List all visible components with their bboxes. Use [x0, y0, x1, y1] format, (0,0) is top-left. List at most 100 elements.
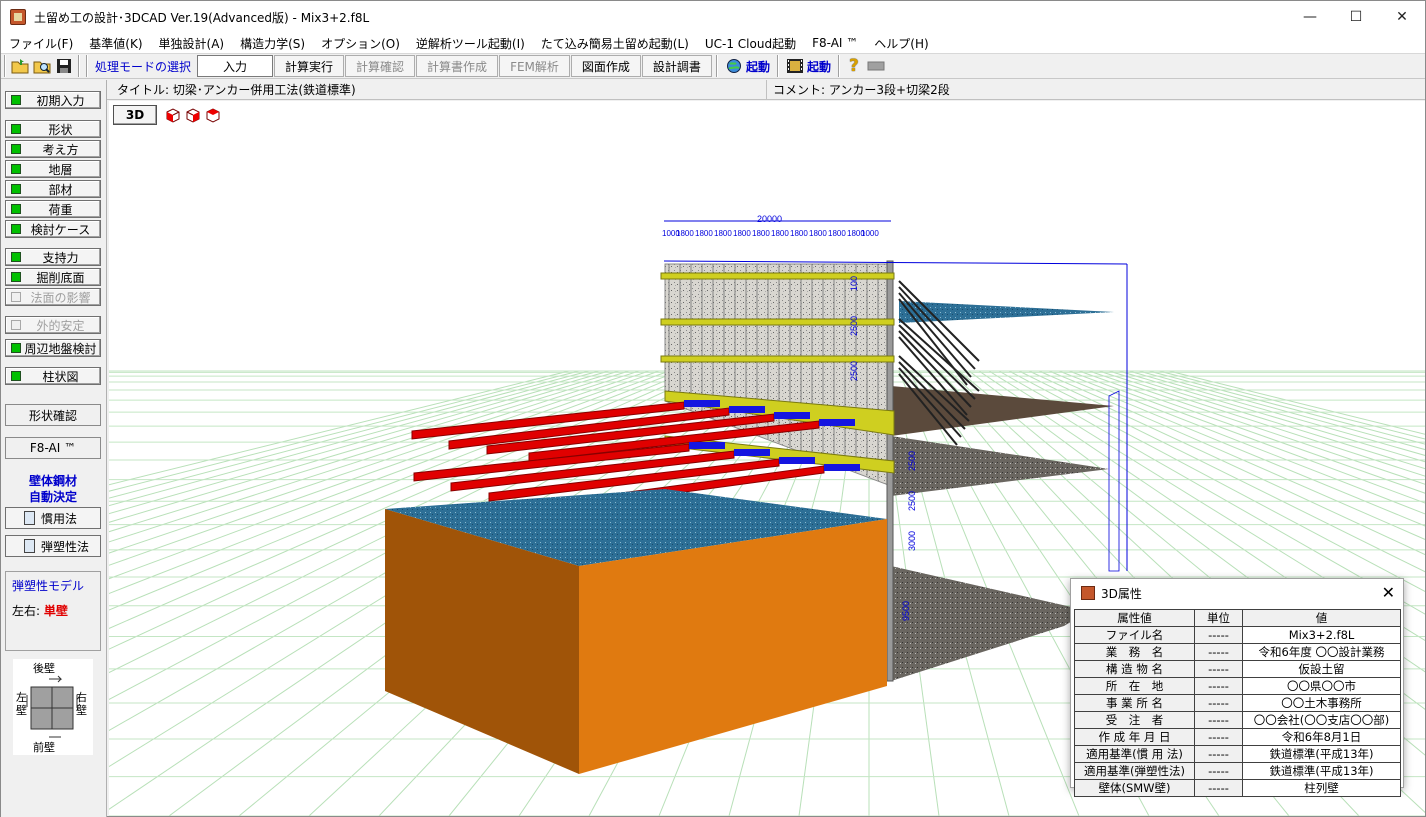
shape-check-button[interactable]: 形状確認 — [5, 404, 101, 426]
attribute-window-titlebar: 3D属性 — [1071, 579, 1403, 607]
cell-v: Mix3+2.f8L — [1242, 626, 1401, 644]
sidebar-item-0[interactable]: 初期入力 — [5, 91, 101, 109]
cell-u: ----- — [1194, 626, 1243, 644]
cell-u: ----- — [1194, 728, 1243, 746]
sidebar-item-4[interactable]: 部材 — [5, 180, 101, 198]
conventional-method-button[interactable]: 慣用法 — [5, 507, 101, 529]
sidebar-item-11[interactable]: 周辺地盤検討 — [5, 339, 101, 357]
help-icon[interactable]: ? — [843, 55, 865, 77]
cube-view-top-icon[interactable] — [205, 107, 221, 123]
toolbar-separator — [86, 55, 88, 77]
dim-depth: 9500 — [901, 601, 911, 621]
maximize-button[interactable]: ☐ — [1333, 1, 1379, 33]
sidebar-item-label: 考え方 — [42, 142, 79, 157]
model-left-right: 左右: 単壁 — [12, 604, 68, 618]
window-title: 土留め工の設計･3DCAD Ver.19(Advanced版) - Mix3+2… — [34, 10, 370, 25]
mode-button-3[interactable]: 計算書作成 — [416, 55, 499, 77]
wale-0 — [660, 272, 895, 280]
header-value: 値 — [1242, 609, 1401, 627]
attribute-window-icon — [1081, 586, 1095, 600]
menu-item-2[interactable]: 単独設計(A) — [151, 35, 233, 52]
app-icon[interactable] — [10, 9, 26, 25]
menu-item-7[interactable]: UC-1 Cloud起動 — [697, 35, 804, 52]
cell-v: 令和6年度 〇〇設計業務 — [1242, 643, 1401, 661]
cell-u: ----- — [1194, 711, 1243, 729]
elastoplastic-method-button[interactable]: 弾塑性法 — [5, 535, 101, 557]
strut-end-plate — [689, 442, 725, 449]
design-title: タイトル: 切梁･アンカー併用工法(鉄道標準) — [107, 79, 767, 100]
attribute-table: 属性値 単位 値 ファイル名 ----- Mix3+2.f8L 業 務 名 ----- 令… — [1074, 609, 1401, 797]
mode-button-5[interactable]: 図面作成 — [570, 55, 641, 77]
dim-a-2: 2500 — [849, 361, 859, 381]
preview-icon[interactable] — [31, 55, 53, 77]
table-row: 業 務 名 ----- 令和6年度 〇〇設計業務 — [1074, 643, 1401, 661]
mode-button-0[interactable]: 入力 — [197, 55, 274, 77]
menu-item-3[interactable]: 構造力学(S) — [232, 35, 313, 52]
sidebar-item-7[interactable]: 支持力 — [5, 248, 101, 266]
sidebar-item-8[interactable]: 掘削底面 — [5, 268, 101, 286]
f8ai-button[interactable]: F8-AI ™ — [5, 437, 101, 459]
status-led-icon — [11, 164, 21, 174]
close-button[interactable]: ✕ — [1379, 1, 1425, 33]
mode-buttons: 入力 計算実行 計算確認 計算書作成 FEM解析 図面作成 設計調書 — [197, 55, 713, 77]
sidebar-item-12[interactable]: 柱状図 — [5, 367, 101, 385]
dim-span-9: 1800 — [828, 229, 846, 238]
sidebar-item-6[interactable]: 検討ケース — [5, 220, 101, 238]
strut-end-plate — [734, 449, 770, 456]
table-row: 適用基準(弾塑性法) ----- 鉄道標準(平成13年) — [1074, 762, 1401, 780]
cell-k: 構 造 物 名 — [1074, 660, 1195, 678]
table-row: 構 造 物 名 ----- 仮設土留 — [1074, 660, 1401, 678]
toolbar-separator — [78, 55, 80, 77]
sidebar-item-3[interactable]: 地層 — [5, 160, 101, 178]
mode-button-6[interactable]: 設計調書 — [641, 55, 712, 77]
panel-toggle-icon[interactable] — [865, 55, 887, 77]
save-icon[interactable] — [53, 55, 75, 77]
status-led-icon — [11, 320, 21, 330]
cube-view-side-icon[interactable] — [185, 107, 201, 123]
cell-v: 鉄道標準(平成13年) — [1242, 762, 1401, 780]
elastoplastic-model-panel: 弾塑性モデル 左右: 単壁 — [5, 571, 101, 651]
strut-end-plate — [774, 412, 810, 419]
attribute-close-button[interactable]: ✕ — [1382, 583, 1395, 602]
launch-button-1[interactable]: 起動 — [721, 55, 774, 77]
design-comment: コメント: アンカー3段+切梁2段 — [773, 83, 950, 97]
wall-grid-icon — [26, 675, 81, 738]
wall-layout-diagram: 後壁 前壁 左壁 右壁 — [13, 659, 93, 755]
mode-button-4[interactable]: FEM解析 — [499, 55, 570, 77]
cell-k: ファイル名 — [1074, 626, 1195, 644]
sidebar-item-10[interactable]: 外的安定 — [5, 316, 101, 334]
toolbar-separator — [776, 55, 779, 77]
mode-button-1[interactable]: 計算実行 — [274, 55, 345, 77]
3d-toggle-button[interactable]: 3D — [113, 105, 157, 125]
sidebar-item-5[interactable]: 荷重 — [5, 200, 101, 218]
menu-item-9[interactable]: ヘルプ(H) — [866, 35, 936, 52]
sidebar-item-label: 地層 — [48, 162, 73, 177]
minimize-button[interactable]: — — [1287, 1, 1333, 33]
table-row: 作 成 年 月 日 ----- 令和6年8月1日 — [1074, 728, 1401, 746]
cell-k: 受 注 者 — [1074, 711, 1195, 729]
launch-button-2[interactable]: 起動 — [782, 55, 835, 77]
cell-k: 壁体(SMW壁) — [1074, 779, 1195, 797]
cell-k: 業 務 名 — [1074, 643, 1195, 661]
cell-v: 仮設土留 — [1242, 660, 1401, 678]
cube-view-front-icon[interactable] — [165, 107, 181, 123]
menu-item-1[interactable]: 基準値(K) — [81, 35, 150, 52]
cell-v: 鉄道標準(平成13年) — [1242, 745, 1401, 763]
status-led-icon — [11, 343, 21, 353]
film-launch-icon — [786, 59, 803, 73]
menu-item-4[interactable]: オプション(O) — [313, 35, 408, 52]
menu-item-8[interactable]: F8-AI ™ — [804, 36, 866, 50]
dim-a-0: 100 — [849, 276, 859, 291]
status-led-icon — [11, 144, 21, 154]
menu-item-6[interactable]: たて込み簡易土留め起動(L) — [533, 35, 697, 52]
menu-item-5[interactable]: 逆解析ツール起動(I) — [408, 35, 533, 52]
open-folder-icon[interactable] — [9, 55, 31, 77]
cell-v: 〇〇県〇〇市 — [1242, 677, 1401, 695]
sidebar-item-2[interactable]: 考え方 — [5, 140, 101, 158]
mode-button-2[interactable]: 計算確認 — [345, 55, 416, 77]
sidebar-item-label: 形状 — [48, 122, 73, 137]
strut-end-plate — [819, 419, 855, 426]
sidebar-item-1[interactable]: 形状 — [5, 120, 101, 138]
sidebar-item-9[interactable]: 法面の影響 — [5, 288, 101, 306]
menu-item-0[interactable]: ファイル(F) — [1, 35, 81, 52]
